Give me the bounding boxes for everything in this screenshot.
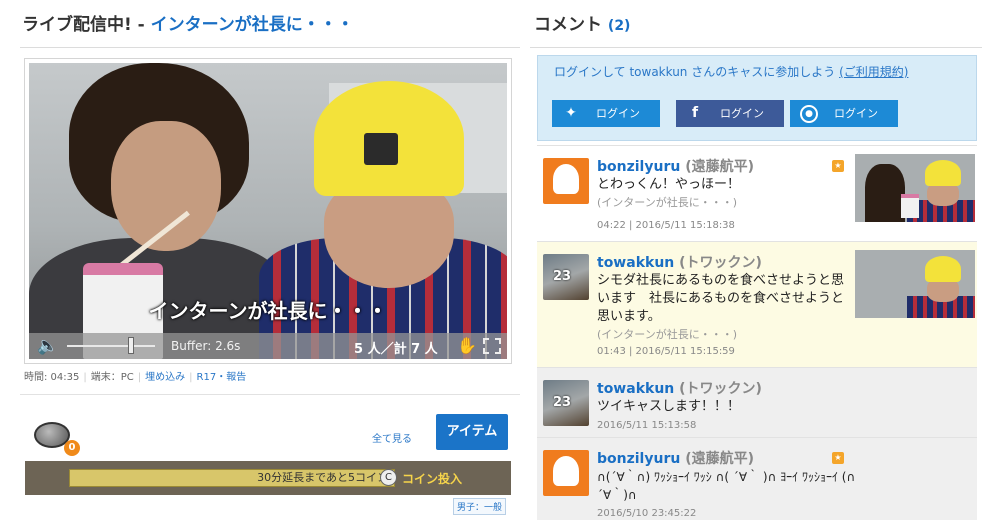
coin-insert-button[interactable]: コイン投入: [402, 470, 462, 487]
terms-link[interactable]: (ご利用規約): [839, 65, 908, 79]
comment-text: とわっくん！やっほー！: [597, 177, 741, 192]
facebook-icon: f: [691, 105, 699, 121]
broadcast-column: ライブ配信中! - インターンが社長に・・・ インターンが社長に・・・ 🔈 Bu…: [0, 0, 522, 520]
comments-heading: コメント (2): [534, 10, 630, 35]
device-info: 端末：PC: [90, 372, 134, 383]
cast-title-link[interactable]: インターンが社長に・・・: [151, 15, 354, 35]
buffer-status: Buffer: 2.6s: [171, 339, 241, 353]
snapshot-person-left: [865, 164, 905, 222]
comment-timestamp: 01:43 | 2016/5/11 15:15:59: [597, 346, 735, 357]
comment-text: シモダ社長にあるものを食べさせようと思います 社長にあるものを食べさせようと思い…: [597, 273, 845, 324]
twitter-login-button[interactable]: ✦ ログイン: [552, 100, 660, 127]
comment-timestamp: 2016/5/11 15:13:58: [597, 420, 697, 431]
comments-title: コメント: [534, 15, 602, 35]
comment-item: bonzilyuru (遠藤航平) ★ ∩(´∀｀∩) ﾜｯｼｮｰｲ ﾜｯｼ ∩…: [537, 437, 977, 520]
fullscreen-icon[interactable]: [483, 338, 501, 354]
login-prompt-text: ログインして towakkun さんのキャスに参加しよう (ご利用規約): [554, 64, 954, 80]
comment-text: ∩(´∀｀∩) ﾜｯｼｮｰｲ ﾜｯｼ ∩( ´∀｀ )∩ ﾖｰｲ ﾜｯｼｮｰｲ …: [597, 470, 856, 502]
comment-cast-ref[interactable]: (インターンが社長に・・・): [597, 326, 847, 344]
report-link[interactable]: R17・報告: [197, 372, 247, 383]
coin-icon[interactable]: 0: [34, 418, 80, 456]
clap-icon[interactable]: ✋: [457, 336, 477, 355]
snapshot-cup: [901, 194, 919, 218]
comment-text: ツイキャスします！！！: [597, 399, 741, 414]
facebook-login-button[interactable]: f ログイン: [676, 100, 784, 127]
author-display-name: (トワックン): [679, 381, 762, 397]
comment-author[interactable]: bonzilyuru (遠藤航平): [597, 448, 754, 468]
audience-tag[interactable]: 男子：一般: [453, 498, 507, 515]
divider: [530, 47, 982, 48]
volume-icon[interactable]: 🔈: [37, 337, 58, 355]
video-player[interactable]: インターンが社長に・・・ 🔈 Buffer: 2.6s 5 人／計 7 人 ✋: [24, 58, 512, 364]
facebook-login-label: ログイン: [720, 107, 764, 120]
comment-item: 23 towakkun (トワックン) ツイキャスします！！！ 2016/5/1…: [537, 367, 977, 437]
comment-timestamp: 2016/5/10 23:45:22: [597, 508, 697, 519]
page-title: ライブ配信中! - インターンが社長に・・・: [22, 10, 354, 35]
ghost-avatar-icon: [553, 164, 579, 194]
comment-body: シモダ社長にあるものを食べさせようと思います 社長にあるものを食べさせようと思い…: [597, 272, 847, 344]
login-message: ログインして towakkun さんのキャスに参加しよう: [554, 65, 836, 79]
avatar-number: 23: [553, 269, 572, 284]
login-prompt: ログインして towakkun さんのキャスに参加しよう (ご利用規約) ✦ ロ…: [537, 55, 977, 141]
user-avatar[interactable]: 23: [543, 380, 589, 426]
author-username: towakkun: [597, 381, 675, 397]
author-display-name: (遠藤航平): [685, 451, 754, 467]
comment-timestamp: 04:22 | 2016/5/11 15:18:38: [597, 220, 735, 231]
comment-author[interactable]: bonzilyuru (遠藤航平): [597, 156, 754, 176]
ghost-avatar-icon: [553, 456, 579, 486]
twitter-login-label: ログイン: [596, 107, 640, 120]
video-caption: インターンが社長に・・・: [148, 299, 388, 323]
broadcast-meta: 時間: 04:35 | 端末：PC | 埋め込み | R17・報告: [24, 372, 247, 383]
author-username: bonzilyuru: [597, 159, 681, 175]
user-avatar[interactable]: 23: [543, 254, 589, 300]
author-username: bonzilyuru: [597, 451, 681, 467]
supporter-badge-icon: ★: [832, 452, 844, 464]
snapshot-hat: [925, 256, 961, 282]
divider: [20, 394, 520, 395]
volume-slider-knob[interactable]: [128, 337, 134, 354]
twitter-icon: ✦: [565, 105, 577, 121]
comment-item: bonzilyuru (遠藤航平) ★ とわっくん！やっほー！ (インターンが社…: [537, 145, 977, 241]
author-username: towakkun: [597, 255, 675, 271]
comment-body: とわっくん！やっほー！ (インターンが社長に・・・): [597, 176, 847, 212]
volume-slider-track[interactable]: [67, 345, 155, 347]
user-avatar[interactable]: [543, 450, 589, 496]
comment-snapshot[interactable]: [855, 250, 975, 318]
comment-item: 23 towakkun (トワックン) シモダ社長にあるものを食べさせようと思い…: [537, 241, 977, 367]
elapsed-time: 時間: 04:35: [24, 372, 80, 383]
comment-author[interactable]: towakkun (トワックン): [597, 378, 762, 398]
twitcasting-login-button[interactable]: ● ログイン: [790, 100, 898, 127]
author-display-name: (トワックン): [679, 255, 762, 271]
twitcasting-login-label: ログイン: [834, 107, 878, 120]
item-button[interactable]: アイテム: [436, 414, 508, 450]
divider: [20, 47, 520, 48]
player-controls: 🔈 Buffer: 2.6s 5 人／計 7 人 ✋: [29, 333, 507, 359]
extend-bar: 30分延長まであと5コイン C コイン投入: [25, 461, 511, 495]
snapshot-hat: [925, 160, 961, 186]
twitcasting-icon: ●: [800, 105, 818, 123]
avatar-number: 23: [553, 395, 572, 410]
viewer-count: 5 人／計 7 人: [354, 342, 438, 357]
live-label: ライブ配信中! -: [22, 15, 151, 35]
coin-count-badge: 0: [64, 440, 80, 456]
comment-author[interactable]: towakkun (トワックン): [597, 252, 762, 272]
comments-count: (2): [607, 18, 631, 34]
extend-progress: 30分延長まであと5コイン: [69, 469, 395, 487]
author-display-name: (遠藤航平): [685, 159, 754, 175]
see-all-link[interactable]: 全て見る: [372, 430, 412, 445]
comment-snapshot[interactable]: [855, 154, 975, 222]
comment-body: ツイキャスします！！！: [597, 398, 847, 416]
supporter-badge-icon: ★: [832, 160, 844, 172]
embed-link[interactable]: 埋め込み: [145, 372, 185, 383]
video-frame[interactable]: インターンが社長に・・・ 🔈 Buffer: 2.6s 5 人／計 7 人 ✋: [29, 63, 507, 359]
coin-insert-icon[interactable]: C: [380, 469, 397, 486]
beanie-patch: [364, 133, 398, 165]
comment-cast-ref[interactable]: (インターンが社長に・・・): [597, 194, 847, 212]
comments-column: コメント (2) ログインして towakkun さんのキャスに参加しよう (ご…: [530, 0, 989, 520]
comment-body: ∩(´∀｀∩) ﾜｯｼｮｰｲ ﾜｯｼ ∩( ´∀｀ )∩ ﾖｰｲ ﾜｯｼｮｰｲ …: [597, 468, 867, 504]
user-avatar[interactable]: [543, 158, 589, 204]
